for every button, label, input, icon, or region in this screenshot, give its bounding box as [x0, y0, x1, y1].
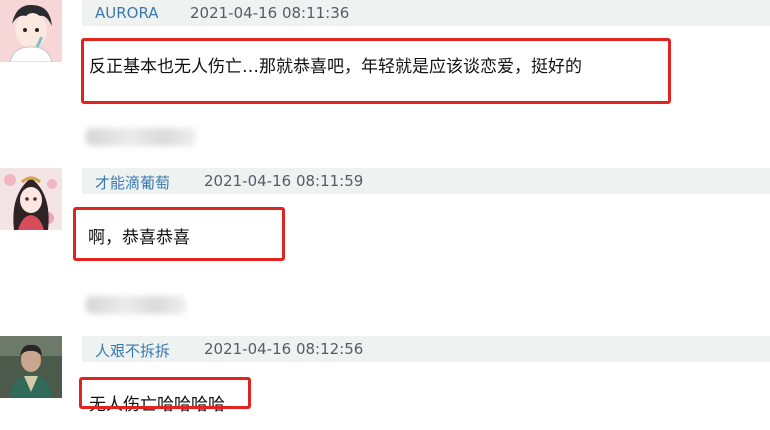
anime-girl-avatar-icon	[0, 168, 62, 230]
timestamp: 2021-04-16 08:11:36	[190, 4, 350, 22]
highlight-box	[73, 207, 285, 261]
avatar[interactable]	[0, 0, 62, 62]
blurred-content	[86, 296, 186, 314]
timestamp: 2021-04-16 08:11:59	[204, 172, 364, 190]
highlight-box	[81, 38, 671, 104]
username[interactable]: 才能滴葡萄	[95, 172, 170, 193]
timestamp: 2021-04-16 08:12:56	[204, 340, 364, 358]
avatar[interactable]	[0, 168, 62, 230]
highlight-box	[79, 377, 251, 409]
comment-header: 人艰不拆拆 2021-04-16 08:12:56	[82, 336, 770, 362]
blurred-content	[86, 128, 196, 146]
comment-header: AURORA 2021-04-16 08:11:36	[82, 0, 770, 26]
man-photo-avatar-icon	[0, 336, 62, 398]
username[interactable]: AURORA	[95, 4, 159, 22]
anime-boy-avatar-icon	[0, 0, 62, 62]
username[interactable]: 人艰不拆拆	[95, 340, 170, 361]
comment-header: 才能滴葡萄 2021-04-16 08:11:59	[82, 168, 770, 194]
avatar[interactable]	[0, 336, 62, 398]
